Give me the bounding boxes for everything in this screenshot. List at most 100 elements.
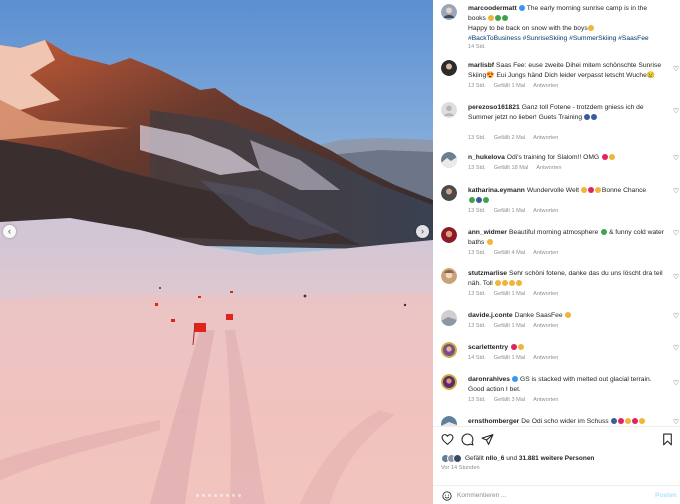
comment-body: De Odi scho wider im Schuss — [521, 418, 609, 425]
carousel-dot — [232, 494, 235, 497]
reply-button[interactable]: Antworten — [533, 323, 558, 329]
reply-button[interactable]: Antworten — [533, 291, 558, 297]
comment-username[interactable]: katharina.eymann — [468, 187, 525, 194]
comment-time: 13 Std. — [468, 165, 486, 171]
comment-likes[interactable]: Gefällt 4 Mal — [494, 250, 525, 256]
bookmark-icon[interactable] — [661, 433, 674, 446]
emoji-icon — [601, 154, 608, 160]
emoji-icon — [625, 418, 631, 424]
comment-username[interactable]: davide.j.conte — [468, 312, 513, 319]
likes-summary[interactable]: Gefällt nllo_6 und 31.881 weitere Person… — [441, 454, 594, 463]
comment-like-heart-icon[interactable]: ♡ — [672, 155, 680, 163]
comment-username[interactable]: marlisbf — [468, 62, 494, 69]
comment-username[interactable]: ernsthomberger — [468, 418, 519, 425]
comment-like-heart-icon[interactable]: ♡ — [672, 313, 680, 321]
previous-image-button[interactable]: ‹ — [3, 225, 16, 238]
carousel-dot — [208, 494, 211, 497]
comment-like-heart-icon[interactable]: ♡ — [672, 345, 680, 353]
emoji-icon — [495, 15, 502, 21]
author-avatar[interactable] — [441, 4, 457, 20]
comment-likes[interactable]: Gefällt 1 Mal — [494, 83, 525, 89]
likes-count[interactable]: 31.881 weitere Personen — [519, 455, 595, 462]
reply-button[interactable]: Antworten — [533, 355, 558, 361]
commenter-avatar[interactable] — [441, 152, 457, 168]
comment-time: 13 Std. — [468, 208, 486, 214]
caption-hashtags[interactable]: #BackToBusiness #SunriseSkiing #SummerSk… — [468, 35, 649, 42]
caption-text: marcoodermatt The early morning sunrise c… — [468, 4, 666, 44]
comment-meta: 13 Std. Gefällt 4 Mal Antworten — [468, 250, 566, 256]
comment-input[interactable] — [457, 489, 637, 502]
comment-meta: 13 Std. Gefällt 1 Mal Antworten — [468, 291, 566, 297]
sunrise-glacier-photo — [0, 0, 433, 504]
reply-button[interactable]: Antworten — [533, 208, 558, 214]
comment-username[interactable]: n_hukelova — [468, 154, 505, 161]
comment-like-heart-icon[interactable]: ♡ — [672, 66, 680, 74]
comment-text: davide.j.conte Danke SaasFee — [468, 311, 666, 321]
reply-button[interactable]: Antworten — [533, 250, 558, 256]
comment-body-2: Bonne Chance — [601, 187, 647, 194]
reply-button[interactable]: Antworten — [533, 135, 558, 141]
commenter-avatar[interactable] — [441, 268, 457, 284]
emoji-icon — [632, 418, 638, 424]
post-photo[interactable]: ‹ › — [0, 0, 433, 504]
comment-like-heart-icon[interactable]: ♡ — [672, 188, 680, 196]
comment-like-heart-icon[interactable]: ♡ — [672, 274, 680, 282]
comment-likes[interactable]: Gefällt 1 Mal — [494, 291, 525, 297]
commenter-avatar[interactable] — [441, 342, 457, 358]
speech-bubble-icon[interactable] — [461, 433, 474, 446]
comment-likes[interactable]: Gefällt 2 Mal — [494, 135, 525, 141]
comment-meta: 13 Std. Gefällt 18 Mal Antworten — [468, 165, 569, 171]
emoji-icon — [581, 187, 588, 193]
comment-text: ann_widmer Beautiful morning atmosphere &… — [468, 228, 666, 248]
liker-avatar — [453, 454, 462, 463]
caption-line-2: Happy to be back on snow with the boys — [468, 25, 588, 32]
comment-like-heart-icon[interactable]: ♡ — [672, 380, 680, 388]
commenter-avatar[interactable] — [441, 416, 457, 426]
heart-icon[interactable] — [441, 433, 454, 446]
comment-text: n_hukelova Odi's training for Slalom!! OM… — [468, 153, 666, 163]
comment-username[interactable]: scarlettentry — [468, 344, 508, 351]
comment-likes[interactable]: Gefällt 1 Mal — [494, 355, 525, 361]
emoji-icon — [495, 280, 502, 286]
next-image-button[interactable]: › — [416, 225, 429, 238]
commenter-avatar[interactable] — [441, 374, 457, 390]
comment-username[interactable]: daronrahlves — [468, 376, 510, 383]
comment-meta: 13 Std. Gefällt 1 Mal Antworten — [468, 83, 566, 89]
comment-likes[interactable]: Gefällt 18 Mal — [494, 165, 529, 171]
comment-likes[interactable]: Gefällt 1 Mal — [494, 323, 525, 329]
comment-body: Saas Fee: euse zweite Dihei mitem schöns… — [468, 62, 662, 79]
reply-button[interactable]: Antworten — [533, 397, 558, 403]
comment-text: marlisbf Saas Fee: euse zweite Dihei mite… — [468, 61, 666, 81]
emoji-icon — [475, 197, 482, 203]
commenter-avatar[interactable] — [441, 227, 457, 243]
emoji-icon — [618, 418, 624, 424]
reply-button[interactable]: Antworten — [533, 83, 558, 89]
carousel-dot — [238, 494, 241, 497]
comments-list[interactable]: marcoodermatt The early morning sunrise c… — [433, 0, 680, 426]
author-username[interactable]: marcoodermatt — [468, 5, 517, 12]
comment-likes[interactable]: Gefällt 3 Mal — [494, 397, 525, 403]
comment-username[interactable]: ann_widmer — [468, 229, 507, 236]
comment-like-heart-icon[interactable]: ♡ — [672, 230, 680, 238]
commenter-avatar[interactable] — [441, 60, 457, 76]
commenter-avatar[interactable] — [441, 310, 457, 326]
commenter-avatar[interactable] — [441, 185, 457, 201]
comment-username[interactable]: perezoso161821 — [468, 104, 520, 111]
reply-button[interactable]: Antworten — [536, 165, 561, 171]
paper-plane-icon[interactable] — [481, 433, 494, 446]
emoji-icon — [611, 418, 617, 424]
comment-username[interactable]: stutzmarlise — [468, 270, 507, 277]
carousel-dot — [202, 494, 205, 497]
comment-like-heart-icon[interactable]: ♡ — [672, 108, 680, 116]
comment-meta: 13 Std. Gefällt 2 Mal Antworten — [468, 135, 566, 141]
commenter-avatar[interactable] — [441, 102, 457, 118]
post-comment-button[interactable]: Posten — [655, 492, 677, 499]
comment-like-heart-icon[interactable]: ♡ — [672, 419, 680, 426]
emoji-icon — [510, 344, 517, 350]
comment-likes[interactable]: Gefällt 1 Mal — [494, 208, 525, 214]
post-time-ago: Vor 14 Stunden — [441, 465, 480, 471]
carousel-dot — [226, 494, 229, 497]
likes-user[interactable]: nllo_6 — [486, 455, 505, 462]
comment-time: 13 Std. — [468, 397, 486, 403]
smiley-icon[interactable] — [442, 491, 452, 501]
